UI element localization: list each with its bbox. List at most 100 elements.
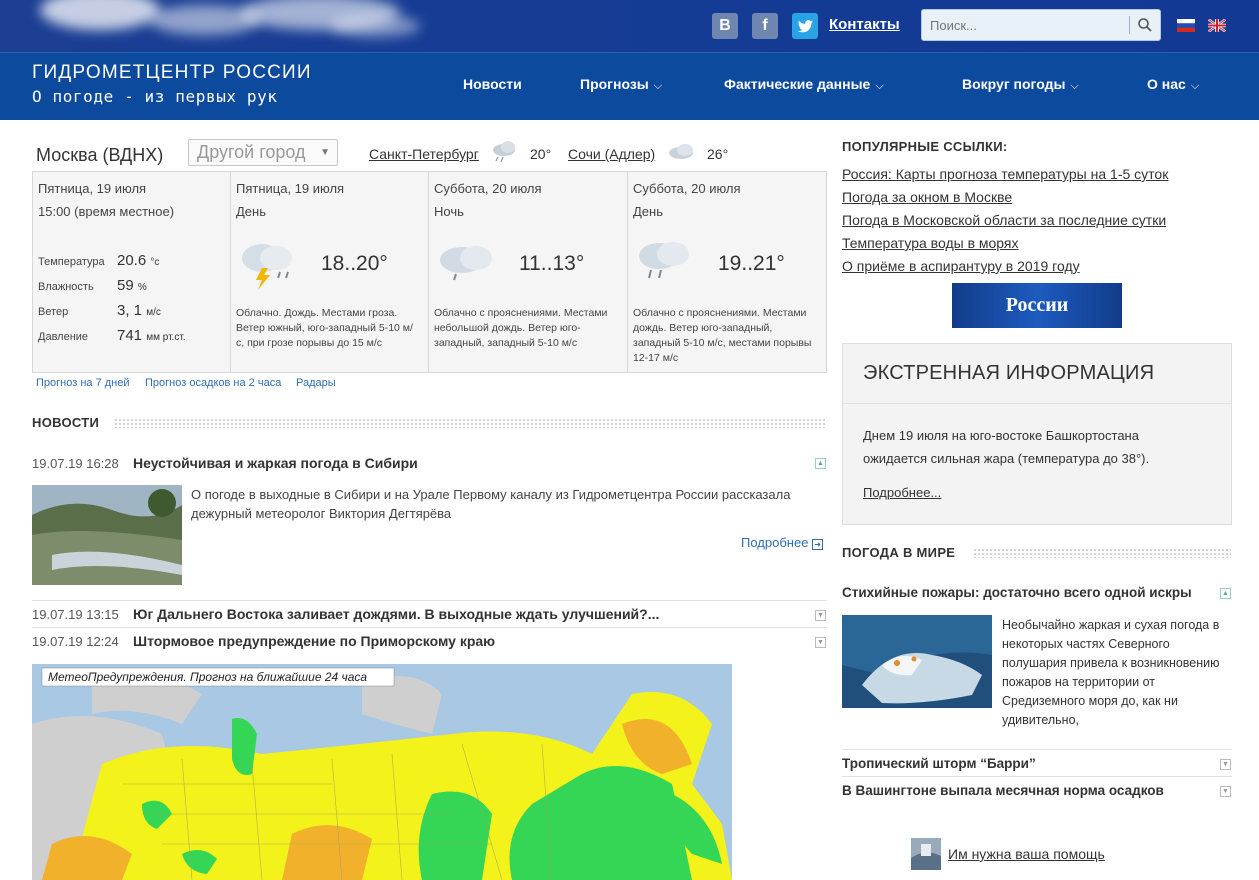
collapse-icon[interactable]: ▲ [815,458,826,469]
forecast-temp: 19..21° [718,252,785,275]
nav-forecasts-label: Прогнозы [580,76,649,92]
chevron-down-icon: ⌵ [653,80,663,92]
search-input[interactable] [930,16,1125,34]
search-icon[interactable] [1137,17,1153,33]
popular-link[interactable]: Россия: Карты прогноза температуры на 1-… [842,166,1168,182]
nav-about[interactable]: О нас ⌵ [1147,76,1199,93]
arrow-right-icon: ➜ [812,539,824,550]
popular-link[interactable]: Погода за окном в Москве [842,189,1012,205]
news-more-link[interactable]: Подробнее ➜ [741,535,824,550]
popular-link[interactable]: О приёме в аспирантуру в 2019 году [842,258,1080,274]
nav-news[interactable]: Новости [463,76,522,92]
param-label: Ветер [38,306,69,318]
help-image[interactable] [911,838,941,870]
world-headline[interactable]: Тропический шторм “Барри” [842,756,1036,771]
site-title[interactable]: ГИДРОМЕТЦЕНТР РОССИИ [32,62,312,84]
world-weather-title: ПОГОДА В МИРЕ [842,545,956,560]
news-headline[interactable]: Неустойчивая и жаркая погода в Сибири [133,455,418,471]
divider [842,749,1232,750]
forecast-date: Суббота, 20 июля [434,181,542,196]
cloud-rain-icon [440,246,492,281]
news-time: 19.07.19 13:15 [32,607,119,622]
nav-forecasts[interactable]: Прогнозы ⌵ [580,76,662,93]
popular-links-title: ПОПУЛЯРНЫЕ ССЫЛКИ: [842,139,1008,154]
world-summary: Необычайно жаркая и сухая погода в некот… [1002,618,1220,727]
param-label: Температура [38,256,105,268]
facebook-icon[interactable]: f [752,13,778,39]
expand-icon[interactable]: ▼ [1220,786,1231,797]
thunderstorm-icon [242,244,292,290]
city-temp-sochi: 26° [707,146,729,162]
forecast-7-days-link[interactable]: Прогноз на 7 дней [36,377,130,389]
param-value: 20.6 °с [117,252,159,269]
radars-link[interactable]: Радары [296,377,336,389]
cloud-rain-icon [639,242,689,279]
nav-actual-data-label: Фактические данные [724,76,871,92]
world-headline[interactable]: В Вашингтоне выпала месячная норма осадк… [842,783,1164,798]
city-select-label: Другой город [197,142,306,162]
city-select[interactable]: Другой город ▼ [188,139,338,166]
news-time: 19.07.19 12:24 [32,634,119,649]
dropdown-arrow-icon: ▼ [320,147,330,158]
twitter-icon[interactable] [792,13,818,39]
forecast-column: Пятница, 19 июля День 18..20° Облачно. Д… [231,172,429,372]
param-label: Давление [38,331,89,343]
popular-link[interactable]: Погода в Московской области за последние… [842,212,1166,228]
help-link[interactable]: Им нужна ваша помощь [948,846,1105,862]
forecast-column: Суббота, 20 июля День 19..21° Облачно с … [628,172,826,372]
param-value: 59 % [117,277,147,294]
city-link-spb[interactable]: Санкт-Петербург [369,146,479,162]
popular-link[interactable]: Температура воды в морях [842,235,1019,251]
chevron-down-icon: ⌵ [1190,80,1200,92]
news-section-title: НОВОСТИ [32,415,100,430]
collapse-icon[interactable]: ▲ [1220,588,1231,599]
forecast-temp: 11..13° [519,252,585,275]
nav-actual-data[interactable]: Фактические данные ⌵ [724,76,884,93]
nav-around-weather[interactable]: Вокруг погоды ⌵ [962,76,1079,93]
chevron-down-icon: ⌵ [1070,80,1079,92]
forecast-daypart: День [236,204,266,219]
divider [843,403,1231,404]
current-time: 15:00 (время местное) [38,204,175,219]
forecast-date: Пятница, 19 июля [236,181,345,196]
divider [842,776,1232,777]
param-number: 741 [117,327,143,344]
english-flag-icon[interactable] [1208,19,1226,32]
city-link-sochi[interactable]: Сочи (Адлер) [568,146,655,162]
rain-cloud-icon [493,141,515,163]
vk-icon[interactable]: B [712,13,738,39]
expand-icon[interactable]: ▼ [815,637,826,648]
precipitation-forecast-link[interactable]: Прогноз осадков на 2 часа [145,377,281,389]
russian-flag-icon[interactable] [1177,19,1195,32]
current-date: Пятница, 19 июля [38,181,147,196]
promo-banner[interactable]: России [952,283,1122,328]
world-headline[interactable]: Стихийные пожары: достаточно всего одной… [842,585,1192,600]
chevron-down-icon: ⌵ [875,80,884,92]
news-image[interactable] [32,485,182,585]
nav-news-label: Новости [463,76,522,92]
param-number: 20.6 [117,252,147,269]
param-number: 3, 1 [117,302,143,319]
param-value: 741 мм рт.ст. [117,327,186,344]
wildfire-image[interactable] [842,615,992,708]
forecast-description: Облачно с прояснениями. Местами дождь. В… [633,307,812,364]
expand-icon[interactable]: ▼ [1220,759,1231,770]
weather-warning-map[interactable]: МетеоПредупреждения. Прогноз на ближайши… [32,664,732,880]
expand-icon[interactable]: ▼ [815,610,826,621]
forecast-description: Облачно с прояснениями. Местами небольшо… [434,307,608,349]
forecast-daypart: Ночь [434,204,464,219]
param-unit: м/с [146,307,161,318]
news-time: 19.07.19 16:28 [32,456,119,471]
news-more-label: Подробнее [741,535,809,550]
map-caption: МетеоПредупреждения. Прогноз на ближайши… [48,670,367,684]
emergency-panel: ЭКСТРЕННАЯ ИНФОРМАЦИЯ Днем 19 июля на юг… [842,343,1232,525]
news-headline[interactable]: Юг Дальнего Востока заливает дождями. В … [133,606,659,622]
news-headline[interactable]: Штормовое предупреждение по Приморскому … [133,633,495,649]
emergency-more-link[interactable]: Подробнее... [863,485,941,500]
nav-around-weather-label: Вокруг погоды [962,76,1066,92]
emergency-text: Днем 19 июля на юго-востоке Башкортостан… [863,428,1150,466]
contacts-link[interactable]: Контакты [829,16,900,33]
current-city: Москва (ВДНХ) [36,145,164,165]
divider [32,600,827,601]
param-value: 3, 1 м/с [117,302,161,319]
